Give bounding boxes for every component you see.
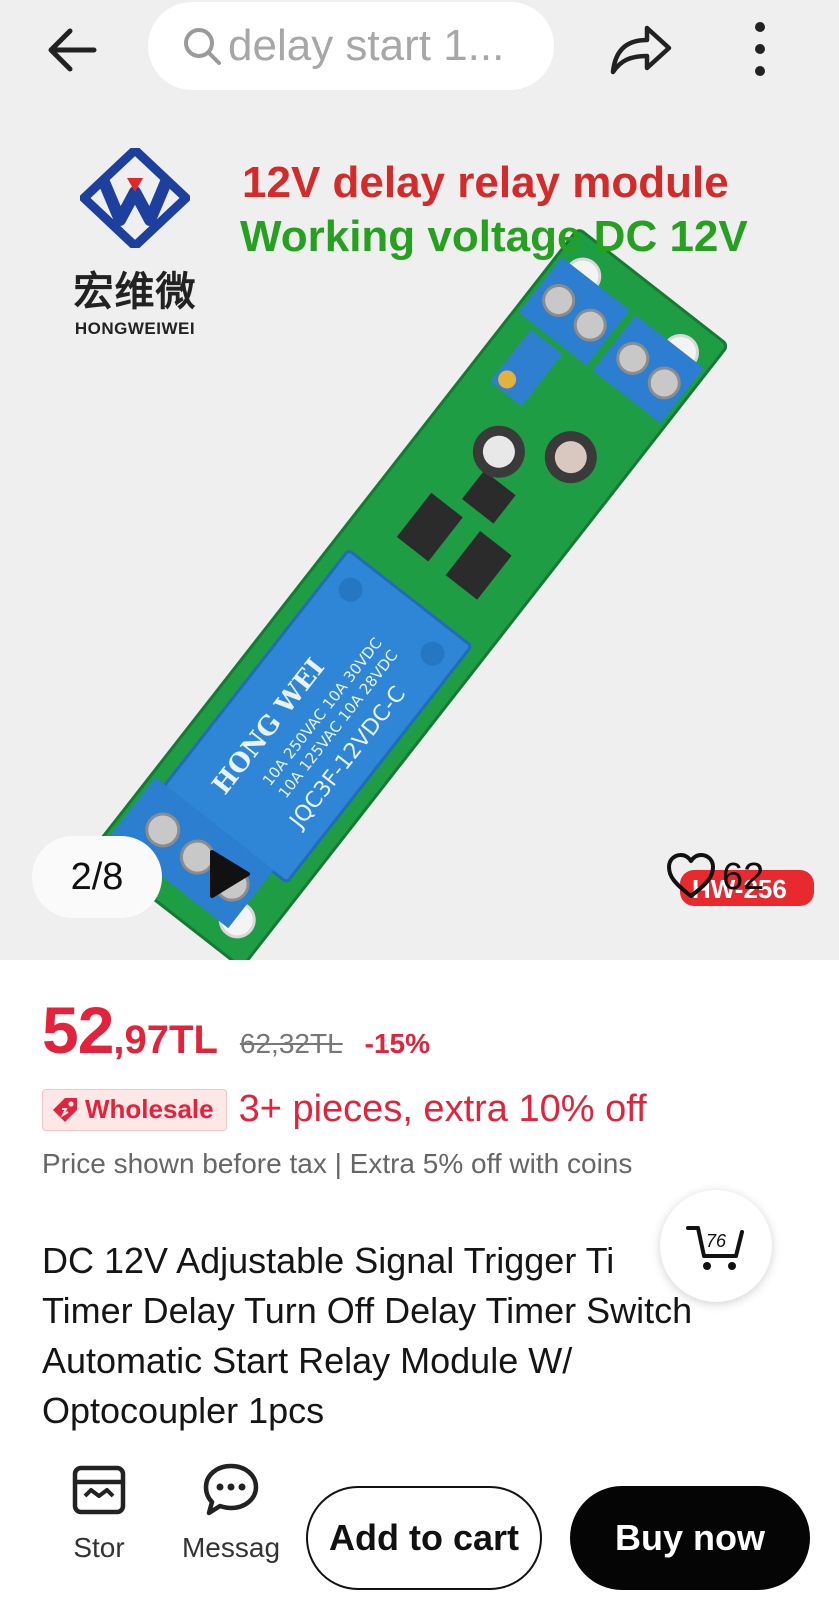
search-icon bbox=[184, 28, 221, 65]
messages-label: Messag bbox=[181, 1532, 281, 1563]
store-icon bbox=[72, 1465, 126, 1515]
product-title-line: Optocoupler 1pcs bbox=[42, 1390, 325, 1431]
floating-cart-button[interactable]: 76 bbox=[660, 1190, 772, 1302]
play-icon bbox=[210, 850, 250, 898]
price-tag-icon bbox=[53, 1097, 77, 1122]
brand-name-en: HONGWEIWEI bbox=[74, 319, 196, 338]
search-query: delay start 1... bbox=[228, 21, 505, 70]
more-vertical-icon bbox=[755, 22, 765, 76]
cart-count: 76 bbox=[706, 1231, 727, 1251]
brand-name-cn: 宏维微 bbox=[73, 269, 197, 315]
discount-percent: -15% bbox=[364, 1028, 431, 1059]
cart-icon: 76 bbox=[686, 1226, 744, 1270]
brand-logo: 宏维微 HONGWEIWEI bbox=[60, 145, 210, 339]
product-image-gallery[interactable]: HONG WEI 10A 250VAC 10A 30VDC 10A 125VAC… bbox=[0, 118, 839, 960]
wholesale-badge: Wholesale bbox=[42, 1088, 227, 1131]
wholesale-row[interactable]: Wholesale 3+ pieces, extra 10% off bbox=[42, 1088, 647, 1131]
wishlist-button[interactable]: 62 bbox=[660, 836, 810, 918]
original-price: 62,32TL bbox=[239, 1028, 343, 1059]
price-decimal: ,97TL bbox=[113, 1018, 218, 1062]
top-bar: delay start 1... bbox=[0, 0, 839, 118]
buy-now-button[interactable]: Buy now bbox=[570, 1486, 810, 1590]
messages-button[interactable]: Messag bbox=[176, 1460, 286, 1564]
arrow-left-icon bbox=[48, 28, 97, 72]
product-title-line: Timer Delay Turn Off Delay Timer Switch bbox=[42, 1290, 693, 1331]
image-subheadline: Working voltage DC 12V bbox=[240, 212, 748, 261]
wholesale-label: Wholesale bbox=[85, 1094, 214, 1124]
search-bar[interactable]: delay start 1... bbox=[148, 2, 554, 90]
store-button[interactable]: Stor bbox=[44, 1460, 154, 1564]
image-counter: 2/8 bbox=[32, 836, 162, 918]
price-integer: 52 bbox=[42, 993, 114, 1067]
heart-icon bbox=[667, 853, 715, 898]
price-row: 52 ,97TL 62,32TL -15% bbox=[42, 992, 430, 1068]
wishlist-count: 62 bbox=[722, 855, 765, 898]
add-to-cart-button[interactable]: Add to cart bbox=[306, 1486, 542, 1590]
share-icon bbox=[610, 25, 672, 75]
store-label: Stor bbox=[73, 1532, 125, 1563]
brand-emblem-icon bbox=[79, 145, 191, 251]
image-headline: 12V delay relay module bbox=[242, 158, 729, 207]
share-button[interactable] bbox=[606, 18, 676, 82]
more-options-button[interactable] bbox=[730, 14, 790, 84]
product-title-line: Automatic Start Relay Module W/ bbox=[42, 1340, 573, 1381]
wholesale-offer: 3+ pieces, extra 10% off bbox=[238, 1088, 647, 1130]
play-video-button[interactable] bbox=[198, 844, 258, 904]
tax-note: Price shown before tax | Extra 5% off wi… bbox=[42, 1148, 633, 1179]
chat-bubble-icon bbox=[203, 1463, 259, 1516]
back-button[interactable] bbox=[40, 18, 104, 82]
